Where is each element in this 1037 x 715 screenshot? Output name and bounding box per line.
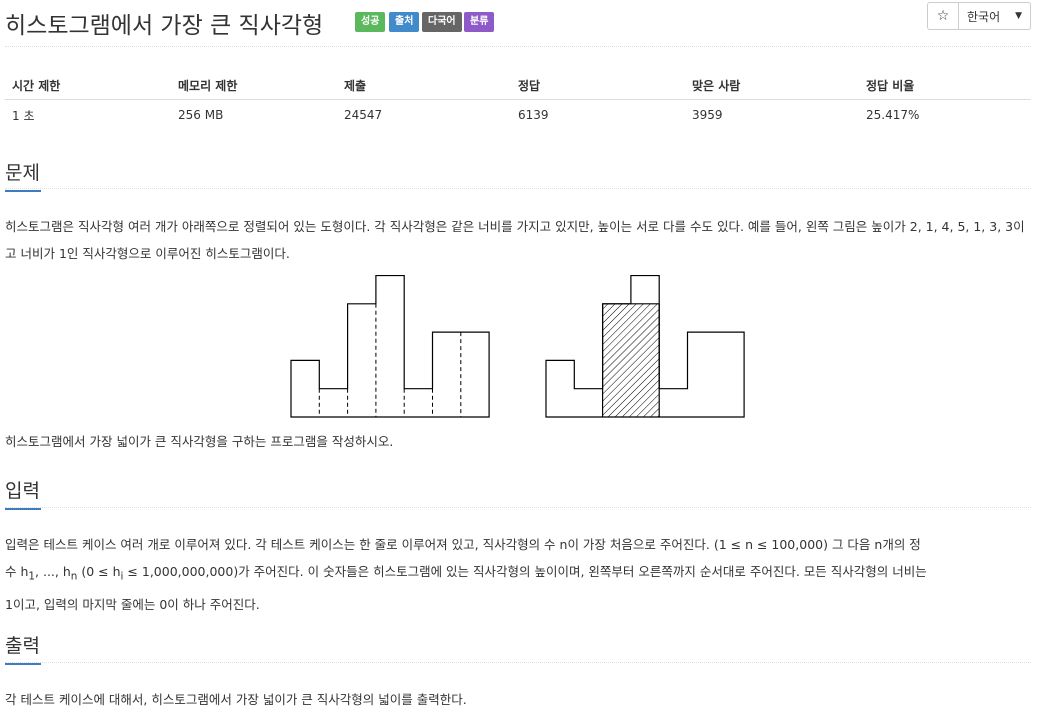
problem-heading-text: 문제 xyxy=(5,162,40,184)
section-divider xyxy=(5,507,1031,508)
label-success[interactable]: 성공 xyxy=(355,12,386,32)
largest-rectangle xyxy=(602,303,660,417)
problem-task: 히스토그램에서 가장 넓이가 큰 직사각형을 구하는 프로그램을 작성하시오. xyxy=(5,434,394,449)
label-category[interactable]: 분류 xyxy=(464,12,495,32)
info-header: 맞은 사람 xyxy=(685,72,859,100)
text: (0 ≤ h xyxy=(77,564,121,579)
info-header: 시간 제한 xyxy=(5,72,171,100)
label-multilang[interactable]: 다국어 xyxy=(422,12,462,32)
info-header: 정답 xyxy=(511,72,685,100)
text: 수 h xyxy=(5,564,29,579)
heading-underline xyxy=(5,508,41,510)
input-line-3: 1이고, 입력의 마지막 줄에는 0이 하나 주어진다. xyxy=(5,596,260,612)
section-divider xyxy=(5,662,1031,663)
output-description: 각 테스트 케이스에 대해서, 히스토그램에서 가장 넓이가 큰 직사각형의 넓… xyxy=(5,692,467,707)
info-header-row: 시간 제한 메모리 제한 제출 정답 맞은 사람 정답 비율 xyxy=(5,72,1031,100)
page-title: 히스토그램에서 가장 큰 직사각형 xyxy=(5,13,324,39)
heading-underline xyxy=(5,190,41,192)
output-heading: 출력 xyxy=(5,631,41,665)
histogram-outline xyxy=(290,275,490,418)
info-value[interactable]: 24547 xyxy=(337,100,511,131)
info-value: 1 초 xyxy=(12,108,35,123)
info-value-row: 1 초 256 MB 24547 6139 3959 25.417% xyxy=(5,100,1031,131)
input-line-2: 수 h1, ..., hn (0 ≤ hi ≤ 1,000,000,000)가 … xyxy=(5,558,1035,591)
problem-info-table: 시간 제한 메모리 제한 제출 정답 맞은 사람 정답 비율 1 초 256 M… xyxy=(5,72,1031,130)
right-histogram xyxy=(545,275,745,418)
info-value[interactable]: 6139 xyxy=(511,100,685,131)
problem-description: 히스토그램은 직사각형 여러 개가 아래쪽으로 정렬되어 있는 도형이다. 각 … xyxy=(5,219,1025,261)
star-icon[interactable]: ☆ xyxy=(927,2,959,30)
header-divider xyxy=(5,46,1031,47)
input-description: 입력은 테스트 케이스 여러 개로 이루어져 있다. 각 테스트 케이스는 한 … xyxy=(5,531,1035,618)
left-histogram xyxy=(290,275,490,418)
input-line-1: 입력은 테스트 케이스 여러 개로 이루어져 있다. 각 테스트 케이스는 한 … xyxy=(5,537,921,552)
caret-down-icon: ▼ xyxy=(1015,11,1022,21)
info-value: 25.417% xyxy=(866,108,920,122)
info-header: 제출 xyxy=(337,72,511,100)
input-heading: 입력 xyxy=(5,476,41,510)
header-actions: ☆ 한국어 ▼ xyxy=(927,2,1031,30)
output-heading-text: 출력 xyxy=(5,635,40,657)
problem-heading: 문제 xyxy=(5,158,41,192)
info-value[interactable]: 3959 xyxy=(685,100,859,131)
heading-underline xyxy=(5,663,41,665)
language-dropdown[interactable]: 한국어 ▼ xyxy=(959,2,1031,30)
section-divider xyxy=(5,188,1031,189)
info-header: 메모리 제한 xyxy=(171,72,337,100)
histogram-figure xyxy=(290,275,745,418)
language-label: 한국어 xyxy=(967,9,1001,24)
info-value: 256 MB xyxy=(178,108,224,122)
input-heading-text: 입력 xyxy=(5,480,40,502)
text: ≤ 1,000,000,000)가 주어진다. 이 숫자들은 히스토그램에 있는… xyxy=(123,564,927,579)
info-header: 정답 비율 xyxy=(859,72,1031,100)
text: , ..., h xyxy=(35,564,71,579)
label-source[interactable]: 출처 xyxy=(389,12,420,32)
